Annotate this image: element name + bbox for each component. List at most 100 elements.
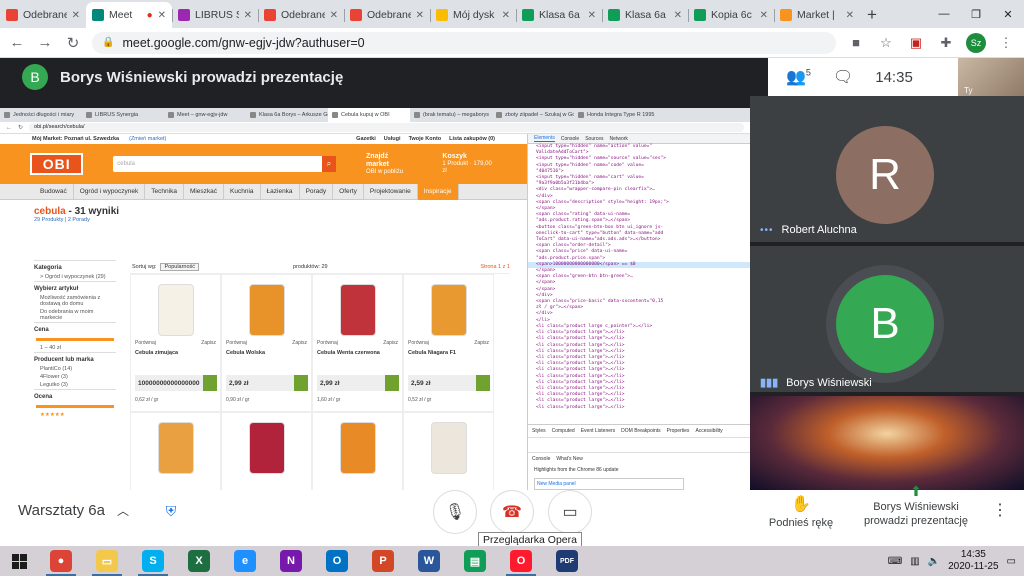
new-tab-button[interactable]: + [860,2,884,28]
filter-brand-head: Producent lub marka [34,352,116,365]
hang-up-icon: ☎ [502,504,522,521]
close-tab-icon[interactable]: ✕ [674,10,682,21]
participant-name: Robert Aluchna [781,224,857,236]
shared-tab-label: Jedności długości i miary [13,112,75,118]
taskbar-app[interactable]: ▤ [452,546,498,576]
obi-nav-item: Ogród i wypoczynek [74,183,146,200]
camera-icon[interactable]: ■ [846,35,866,50]
shared-tab: zboty ziipadel – Szukaj w Go [492,112,574,118]
browser-tab[interactable]: Kopia 6c ✕ [688,2,774,28]
more-options-icon[interactable]: ⋮ [992,500,1008,520]
pdf-icon: PDF [556,550,578,572]
taskbar-time: 14:35 [960,549,986,560]
browser-tab[interactable]: Mój dysk ✕ [430,2,516,28]
puzzle-icon[interactable]: ✚ [936,35,956,51]
close-tab-icon[interactable]: ✕ [846,10,854,21]
start-button[interactable] [0,546,38,576]
taskbar-clock[interactable]: 14:35 2020-11-25 [948,549,998,573]
add-to-cart-icon [203,375,217,391]
camera-button[interactable]: ▭ [548,490,592,534]
devtools-style-tab: Computed [551,428,575,434]
close-tab-icon[interactable]: ✕ [416,10,424,21]
remember-link: Zapisz [292,340,307,346]
product-price-value: 2,99 zł [229,379,249,387]
taskbar-app[interactable]: e [222,546,268,576]
devtools-style-tabs: Styles Computed Event Listeners DOM Breakpo… [528,425,750,438]
bookmark-star-icon[interactable]: ☆ [876,35,896,51]
taskbar-date: 2020-11-25 [948,561,999,572]
taskbar-app[interactable]: N [268,546,314,576]
restore-icon[interactable]: ❐ [960,0,992,28]
onion-seed-packet-image [248,284,285,336]
profile-avatar[interactable]: Sz [966,32,986,53]
minimize-icon[interactable]: — [928,0,960,28]
close-window-icon[interactable]: ✕ [992,0,1024,28]
taskbar-app[interactable]: O [314,546,360,576]
back-icon[interactable]: ← [8,34,26,51]
participant-tile[interactable]: R ••• Robert Aluchna [750,96,1024,242]
taskbar-app[interactable]: W [406,546,452,576]
volume-icon[interactable]: 🔈 [928,556,940,567]
filter-choose-item: Do odebrania w moim markecie [40,309,94,321]
close-tab-icon[interactable]: ✕ [502,10,510,21]
participants-button[interactable]: 👥5 [786,67,811,87]
close-tab-icon[interactable]: ✕ [244,10,252,21]
product-compare-row: Porównaj Zapisz [226,340,307,346]
obi-nav-item: Projektowanie [364,183,418,200]
shared-tab: Jedności długości i miary [0,112,82,118]
product-price: 10000000000000000 [135,375,217,391]
system-tray: ⌨ ▥ 🔈 14:35 2020-11-25 ▭ [888,549,1024,573]
recording-dot-icon: ● [146,9,153,21]
taskbar-app[interactable]: S [130,546,176,576]
notifications-icon[interactable]: ▭ [1007,556,1016,567]
taskbar-app[interactable]: P [360,546,406,576]
obi-find-market: Znajdź market OBI w pobliżu [366,153,412,176]
obi-result-sub: 29 Produkty | 2 Porady [34,217,90,223]
close-tab-icon[interactable]: ✕ [760,10,768,21]
browser-tab[interactable]: Odebrane ✕ [0,2,86,28]
obi-top-link: Usługi [383,136,401,142]
keyboard-icon[interactable]: ⌨ [888,556,902,567]
shared-screen: Jedności długości i miary LIBRUS Synergia… [0,108,750,490]
close-tab-icon[interactable]: ✕ [72,10,80,21]
browser-tab[interactable]: LIBRUS Sy ✕ [172,2,258,28]
shield-icon[interactable]: ⛨ [158,498,184,524]
hand-icon: ✋ [791,496,811,513]
extension-icon[interactable]: ▣ [906,35,926,51]
participant-tile[interactable]: B ▮▮▮ Borys Wiśniewski [750,246,1024,392]
browser-tab[interactable]: Odebrane ✕ [258,2,344,28]
shared-tab: (brak tematu) – megaborys [410,112,492,118]
browser-menu-icon[interactable]: ⋮ [996,35,1016,51]
taskbar-app[interactable]: ● [38,546,84,576]
close-tab-icon[interactable]: ✕ [158,10,166,21]
products-count: produktów: 29 [293,263,328,270]
close-tab-icon[interactable]: ✕ [588,10,596,21]
meet-header: B Borys Wiśniewski prowadzi prezentację [0,58,768,96]
browser-tab[interactable]: Klasa 6a ✕ [516,2,602,28]
taskbar-app[interactable]: PDF [544,546,590,576]
onion-seed-packet-image [248,422,285,474]
presenting-now-button[interactable]: ⬆ Borys Wiśniewski prowadzi prezentację [850,484,982,528]
browser-tab[interactable]: Meet ● ✕ [86,2,172,28]
browser-tab[interactable]: Market | ✕ [774,2,860,28]
meeting-details[interactable]: Warsztaty 6a ︿ [18,502,129,519]
participant-video-tile[interactable] [750,396,1024,490]
browser-tab-strip: Odebrane✕Meet●✕LIBRUS Sy✕Odebrane✕Odebra… [0,0,1024,28]
network-icon[interactable]: ▥ [910,556,919,567]
forward-icon[interactable]: → [36,34,54,51]
chat-icon[interactable]: 🗨 [833,67,853,87]
hang-up-button[interactable]: ☎ [490,490,534,534]
taskbar-app[interactable]: X [176,546,222,576]
browser-tab[interactable]: Odebrane ✕ [344,2,430,28]
taskbar-app[interactable]: O [498,546,544,576]
taskbar-app[interactable]: ▭ [84,546,130,576]
close-tab-icon[interactable]: ✕ [330,10,338,21]
shared-reload-icon: ↻ [18,125,24,131]
address-bar[interactable]: 🔒 meet.google.com/gnw-egjv-jdw?authuser=… [92,31,836,54]
participant-avatar: B [836,275,934,373]
price-range-values: 1 – 40 zł [40,345,61,351]
raise-hand-button[interactable]: ✋ Podnieś rękę [758,494,844,529]
microphone-button[interactable]: 🎙 [433,490,477,534]
browser-tab[interactable]: Klasa 6a ✕ [602,2,688,28]
reload-icon[interactable]: ↻ [64,34,82,52]
